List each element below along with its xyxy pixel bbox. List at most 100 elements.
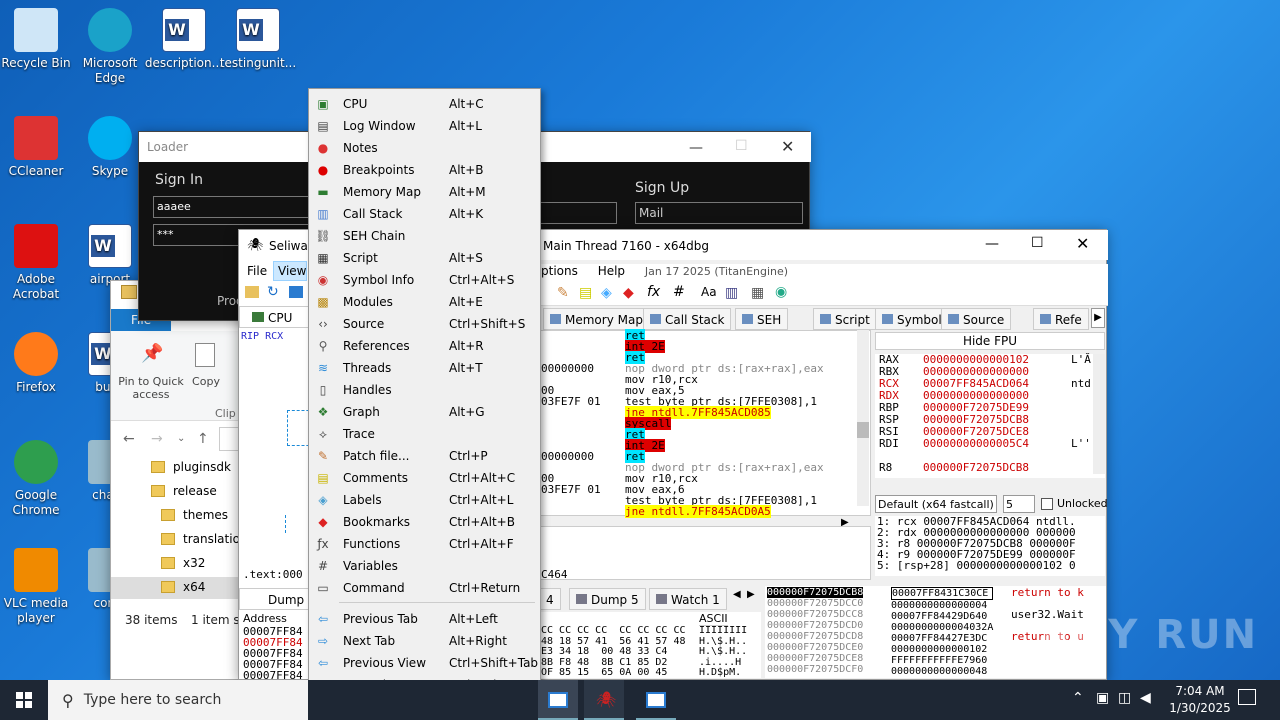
desktop-icon-2[interactable]: description... [144, 8, 224, 71]
taskbar-search-box[interactable]: ⚲ Type here to search [48, 680, 308, 720]
copy-button[interactable]: Copy [189, 375, 223, 388]
menu-help[interactable]: Help [598, 264, 625, 278]
menu-item-script[interactable]: ▦ Script Alt+S [309, 247, 540, 269]
stack-address[interactable]: 000000F72075DCB8 [767, 587, 864, 598]
desktop-icon-6[interactable]: Adobe Acrobat [0, 224, 76, 302]
close-button[interactable]: ✕ [1076, 234, 1089, 253]
dump-tab-next-icon[interactable]: ▶ [747, 589, 755, 600]
tray-wifi-icon[interactable]: ◫ [1118, 690, 1131, 706]
stack-address[interactable]: 000000F72075DCD8 [767, 631, 863, 642]
x64dbg-window[interactable]: Main Thread 7160 - x64dbg — ☐ ✕ ptions H… [538, 229, 1108, 688]
stack-address[interactable]: 000000F72075DCE8 [767, 653, 863, 664]
tab-refe[interactable]: Refe [1033, 308, 1089, 330]
minimize-button[interactable]: — [985, 236, 999, 252]
loader-close-button[interactable]: ✕ [781, 137, 794, 156]
toolbar-restart-icon[interactable]: ↻ [267, 284, 279, 300]
menu-item-command[interactable]: ▭ Command Ctrl+Return [309, 577, 540, 599]
register-row[interactable]: RDI 00000000000005C4 L'' [875, 438, 1105, 450]
dump-tab-prev-icon[interactable]: ◀ [733, 589, 741, 600]
disasm-row[interactable]: int 2E [625, 439, 857, 452]
desktop-icon-0[interactable]: Recycle Bin [0, 8, 76, 71]
labels-icon[interactable]: ◈ [601, 285, 612, 301]
menu-item-variables[interactable]: # Variables [309, 555, 540, 577]
signup-field-left[interactable] [539, 202, 617, 224]
menu-file[interactable]: File [247, 264, 267, 278]
patch-icon[interactable]: ✎ [557, 285, 569, 301]
stack-address[interactable]: 000000F72075DCC0 [767, 598, 863, 609]
globe-icon[interactable]: ◉ [775, 284, 787, 300]
tab-dump-1[interactable]: Dump 1 [239, 588, 319, 610]
menu-item-previous-tab[interactable]: ⇦ Previous Tab Alt+Left [309, 608, 540, 630]
register-row[interactable]: R8 000000F72075DCB8 [875, 462, 1105, 474]
chevron-down-icon[interactable]: ⌄ [177, 433, 185, 444]
seliware-window[interactable]: 🕷 Seliware File View ↻ CPU RIP RCX .text… [238, 229, 320, 681]
menu-item-previous-view[interactable]: ⇦ Previous View Ctrl+Shift+Tab [309, 652, 540, 674]
variables-icon[interactable]: # [673, 284, 685, 300]
clock-date[interactable]: 1/30/2025 [1160, 701, 1240, 715]
menu-item-comments[interactable]: ▤ Comments Ctrl+Alt+C [309, 467, 540, 489]
menu-item-bookmarks[interactable]: ◆ Bookmarks Ctrl+Alt+B [309, 511, 540, 533]
menu-item-notes[interactable]: ● Notes [309, 137, 540, 159]
desktop-icon-3[interactable]: testingunit... [218, 8, 298, 71]
menu-item-seh-chain[interactable]: ⛓ SEH Chain [309, 225, 540, 247]
maximize-button[interactable]: ☐ [1031, 235, 1044, 251]
desktop-icon-8[interactable]: Firefox [0, 332, 76, 395]
taskbar-app-seliware[interactable]: 🕷 [584, 680, 624, 720]
menu-item-breakpoints[interactable]: ● Breakpoints Alt+B [309, 159, 540, 181]
menu-item-cpu[interactable]: ▣ CPU Alt+C [309, 93, 540, 115]
menu-options[interactable]: ptions Help Jan 17 2025 (TitanEngine) [539, 264, 1108, 282]
toolbar-open-icon[interactable] [245, 286, 259, 298]
tray-network-icon[interactable]: ▣ [1096, 690, 1109, 706]
dump-tab[interactable]: Watch 1 [649, 588, 727, 610]
tray-chevron-up-icon[interactable]: ⌃ [1072, 690, 1084, 706]
registers-pane[interactable]: RAX 0000000000000102 L'Ă RBX 000000000000000… [875, 354, 1105, 478]
desktop-icon-1[interactable]: Microsoft Edge [70, 8, 150, 86]
bookmarks-icon[interactable]: ◆ [623, 285, 634, 301]
menu-item-call-stack[interactable]: ▥ Call Stack Alt+K [309, 203, 540, 225]
disasm-scrollbar[interactable] [857, 330, 869, 506]
menu-item-next-tab[interactable]: ⇨ Next Tab Alt+Right [309, 630, 540, 652]
tab-seh[interactable]: SEH [735, 308, 789, 330]
menu-item-functions[interactable]: ƒx Functions Ctrl+Alt+F [309, 533, 540, 555]
menu-item-threads[interactable]: ≋ Threads Alt+T [309, 357, 540, 379]
tab-cpu[interactable]: CPU [239, 306, 319, 328]
start-button[interactable] [0, 680, 48, 720]
menu-item-log-window[interactable]: ▤ Log Window Alt+L [309, 115, 540, 137]
disasm-row[interactable]: jne ntdll.7FF845ACD0A5 [625, 505, 857, 518]
loader-minimize-button[interactable]: — [689, 140, 703, 156]
menu-item-labels[interactable]: ◈ Labels Ctrl+Alt+L [309, 489, 540, 511]
registers-scrollbar[interactable] [1093, 354, 1105, 474]
menu-item-trace[interactable]: ⟡ Trace [309, 423, 540, 445]
up-icon[interactable]: ↑ [197, 431, 209, 447]
argument-count-spinner[interactable]: 5 [1003, 495, 1035, 513]
stack-address[interactable]: 000000F72075DCE0 [767, 642, 863, 653]
menu-item-symbol-info[interactable]: ◉ Symbol Info Ctrl+Alt+S [309, 269, 540, 291]
menu-item-graph[interactable]: ❖ Graph Alt+G [309, 401, 540, 423]
desktop-icon-4[interactable]: CCleaner [0, 116, 76, 179]
list-icon[interactable]: ▥ [725, 285, 738, 301]
tab-scroll-right-icon[interactable]: ▶ [1091, 308, 1105, 328]
back-icon[interactable]: ← [123, 431, 135, 447]
menu-options-label[interactable]: ptions [541, 264, 578, 278]
tab-call-stack[interactable]: Call Stack [643, 308, 732, 330]
menu-item-source[interactable]: ‹› Source Ctrl+Shift+S [309, 313, 540, 335]
stack-address[interactable]: 000000F72075DCF0 [767, 664, 863, 675]
dump-tab[interactable]: Dump 5 [569, 588, 646, 610]
taskbar-app-x64dbg-1[interactable] [538, 680, 578, 720]
dump-tab[interactable]: 4 [539, 588, 561, 610]
pin-to-quick-access-button[interactable]: Pin to Quick access [115, 375, 187, 401]
username-input[interactable]: aaaee [153, 196, 313, 218]
mail-input[interactable]: Mail [635, 202, 803, 224]
taskbar-app-x64dbg-2[interactable] [636, 680, 676, 720]
calculator-icon[interactable]: ▦ [751, 285, 764, 301]
desktop-icon-10[interactable]: Google Chrome [0, 440, 76, 518]
menu-item-references[interactable]: ⚲ References Alt+R [309, 335, 540, 357]
tray-volume-icon[interactable]: ◀ [1140, 690, 1151, 706]
stack-address[interactable]: 000000F72075DCC8 [767, 609, 863, 620]
tab-memory-map[interactable]: Memory Map [543, 308, 650, 330]
toolbar-close-icon[interactable] [289, 286, 303, 298]
functions-icon[interactable]: fx [647, 284, 660, 300]
font-icon[interactable]: Aa [701, 285, 717, 299]
tab-source[interactable]: Source [941, 308, 1012, 330]
clock-time[interactable]: 7:04 AM [1160, 684, 1240, 698]
